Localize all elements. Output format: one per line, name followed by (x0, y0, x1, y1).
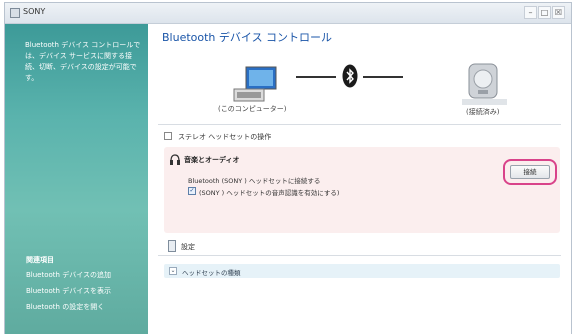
minimize-button[interactable]: – (524, 6, 537, 19)
divider (158, 124, 561, 125)
connection-line (363, 76, 403, 78)
computer-label: (このコンピューター) (218, 105, 287, 113)
chevron-down-icon[interactable]: ⌄ (169, 267, 177, 275)
audio-panel: 音楽とオーディオ Bluetooth (SONY ) ヘッドセットに接続する ✓… (164, 147, 560, 233)
sidebar-link-open-settings[interactable]: Bluetooth の設定を開く (26, 302, 104, 312)
sidebar-link-show-devices[interactable]: Bluetooth デバイスを表示 (26, 286, 111, 296)
device-status-label: (接続済み) (466, 108, 500, 116)
divider (158, 255, 561, 256)
checkbox-icon[interactable] (164, 132, 172, 140)
audio-panel-title: 音楽とオーディオ (184, 156, 240, 164)
headset-type-label: ヘッドセットの種類 (182, 269, 241, 277)
computer-icon (233, 66, 277, 102)
bluetooth-window: SONY – □ ☒ Bluetooth デバイス コントロールでは、デバイス … (4, 2, 572, 334)
voice-recognition-label: (SONY ) ヘッドセットの音声認識を有効にする) (199, 189, 340, 197)
window-title: SONY (23, 7, 46, 16)
headset-icon (468, 63, 498, 99)
related-heading: 関連項目 (26, 256, 54, 264)
sidebar-description: Bluetooth デバイス コントロールでは、デバイス サービスに関する接続、… (25, 41, 141, 82)
headset-type-row[interactable]: ⌄ ヘッドセットの種類 (164, 264, 560, 278)
connect-description: Bluetooth (SONY ) ヘッドセットに接続する (188, 177, 321, 185)
device-name-redacted (462, 99, 507, 105)
title-bar[interactable]: SONY – □ ☒ (5, 3, 571, 24)
stereo-section-label: ステレオ ヘッドセットの操作 (178, 133, 272, 141)
close-button[interactable]: ☒ (552, 6, 565, 19)
main-panel: Bluetooth デバイス コントロール (このコンピューター) (接続済み)… (148, 24, 571, 334)
maximize-button[interactable]: □ (538, 6, 551, 19)
settings-label: 設定 (181, 243, 195, 251)
app-icon (10, 8, 20, 18)
sidebar-link-add-device[interactable]: Bluetooth デバイスの追加 (26, 270, 111, 280)
connect-button[interactable]: 接続 (510, 165, 550, 179)
connect-highlight: 接続 (503, 159, 557, 185)
bluetooth-icon (342, 64, 358, 88)
connection-line (296, 76, 336, 78)
page-title: Bluetooth デバイス コントロール (162, 31, 333, 44)
voice-recognition-option[interactable]: (SONY ) ヘッドセットの音声認識を有効にする) (188, 187, 339, 197)
stereo-section-header[interactable]: ステレオ ヘッドセットの操作 (158, 128, 561, 144)
headset-icon (170, 154, 180, 165)
settings-icon (168, 240, 176, 252)
sidebar: Bluetooth デバイス コントロールでは、デバイス サービスに関する接続、… (5, 24, 148, 334)
